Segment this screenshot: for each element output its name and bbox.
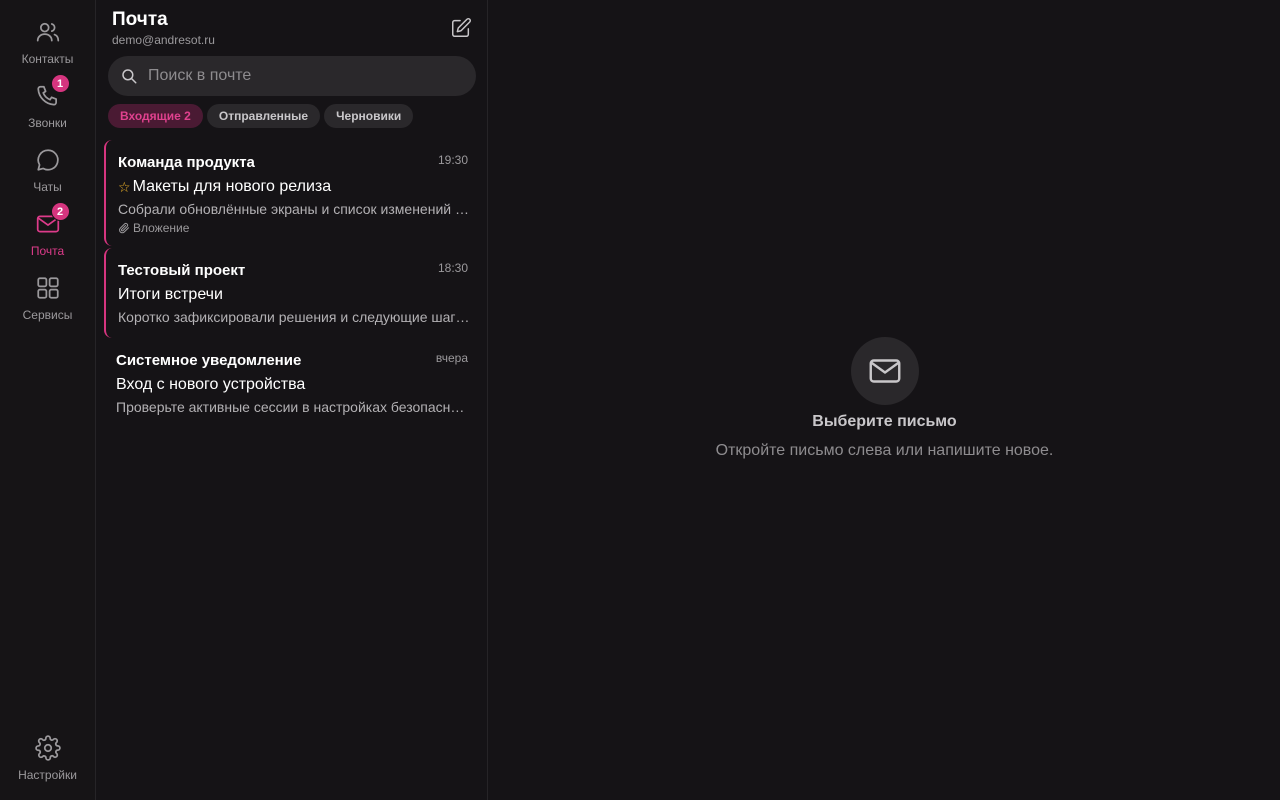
mail-time: 19:30	[437, 153, 468, 167]
mail-list-panel: Почта demo@andresot.ru Входящие 2 Отправ…	[96, 0, 488, 800]
mail-subject-text: Макеты для нового релиза	[132, 178, 332, 195]
search-bar	[108, 56, 476, 96]
mail-icon: 2	[34, 202, 70, 238]
search-icon	[122, 69, 137, 84]
rail-item-contacts[interactable]: Контакты	[0, 18, 95, 78]
mail-time: 18:30	[437, 261, 468, 275]
rail-label: Сервисы	[22, 308, 73, 322]
mail-subject: ☆ Макеты для нового релиза	[118, 178, 331, 196]
account-email: demo@andresot.ru	[112, 33, 215, 47]
rail-item-mail[interactable]: 2 Почта	[0, 202, 95, 270]
tab-sent[interactable]: Отправленные	[206, 104, 321, 128]
rail-label: Почта	[30, 244, 65, 258]
empty-state-title: Выберите письмо	[812, 413, 957, 430]
mail-sender: Системное уведомление	[116, 352, 302, 369]
mail-attachment: Вложение	[118, 221, 189, 235]
paperclip-icon	[119, 222, 129, 234]
mail-sender: Тестовый проект	[118, 262, 246, 279]
rail-label: Контакты	[21, 52, 74, 66]
tab-drafts[interactable]: Черновики	[324, 104, 414, 128]
mail-list-item[interactable]: Команда продукта 19:30 ☆ Макеты для ново…	[104, 140, 480, 246]
rail-label: Настройки	[18, 768, 77, 782]
message-view: Выберите письмо Откройте письмо слева ил…	[489, 0, 1280, 800]
attachment-label: Вложение	[133, 221, 190, 235]
app-rail: Контакты 1 Звонки Чаты 2 Почта Сервисы Н…	[0, 0, 96, 800]
rail-item-services[interactable]: Сервисы	[0, 274, 95, 334]
rail-item-calls[interactable]: 1 Звонки	[0, 74, 95, 142]
grid-icon	[34, 274, 62, 302]
rail-label: Чаты	[33, 180, 62, 194]
mail-sender: Команда продукта	[118, 154, 255, 171]
mail-subject-text: Итоги встречи	[118, 286, 223, 303]
rail-item-chats[interactable]: Чаты	[0, 146, 95, 206]
search-input[interactable]	[148, 67, 448, 85]
calls-badge: 1	[50, 74, 70, 93]
compose-button[interactable]	[448, 15, 474, 41]
gear-icon	[34, 734, 62, 762]
mail-list-item[interactable]: Системное уведомление вчера Вход с новог…	[104, 338, 480, 428]
folder-tabs: Входящие 2 Отправленные Черновики	[108, 104, 414, 128]
mail-subject: Вход с нового устройства	[116, 376, 305, 394]
rail-item-settings[interactable]: Настройки	[0, 734, 95, 794]
page-title: Почта	[112, 9, 168, 30]
empty-state-subtitle: Откройте письмо слева или напишите новое…	[715, 442, 1054, 459]
mail-preview: Собрали обновлённые экраны и список изме…	[118, 201, 472, 217]
mail-preview: Проверьте активные сессии в настройках б…	[116, 399, 470, 415]
rail-label: Звонки	[28, 116, 67, 130]
mail-subject-text: Вход с нового устройства	[116, 376, 306, 393]
mail-preview: Коротко зафиксировали решения и следующи…	[118, 309, 472, 325]
mail-subject: Итоги встречи	[118, 286, 223, 304]
users-icon	[34, 18, 62, 46]
envelope-icon	[851, 337, 919, 405]
mail-time: вчера	[435, 351, 468, 365]
mail-list-item[interactable]: Тестовый проект 18:30 Итоги встречи Коро…	[104, 248, 480, 338]
mail-badge: 2	[50, 202, 70, 221]
pencil-square-icon	[452, 18, 471, 37]
star-icon: ☆	[118, 178, 131, 195]
phone-icon: 1	[34, 74, 70, 110]
tab-inbox[interactable]: Входящие 2	[108, 104, 203, 128]
chat-bubble-icon	[34, 146, 62, 174]
